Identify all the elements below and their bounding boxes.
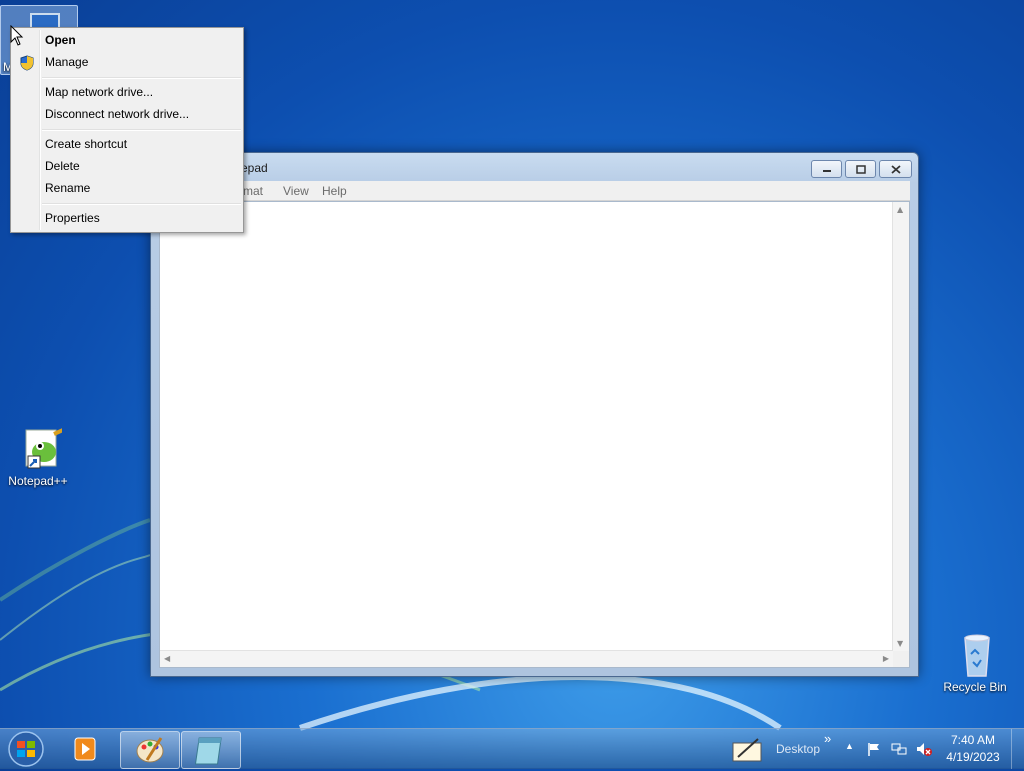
context-menu: Open Manage Map network drive... Disconn… [10,27,244,233]
menu-item-manage[interactable]: Manage [13,51,241,73]
scroll-right-icon[interactable]: ▶ [883,654,889,663]
notepad-plus-plus-icon [14,424,73,472]
toolbar-chevron-icon[interactable]: » [824,731,831,746]
close-icon [890,164,901,174]
notepad-window[interactable]: otepad rmat View Help ▲ ▼ ◀ ▶ [150,152,919,677]
desktop-toolbar-icon [732,738,762,762]
menu-separator [42,77,241,79]
menu-item-rename[interactable]: Rename [13,177,241,199]
menu-separator [42,129,241,131]
menu-item-properties[interactable]: Properties [13,207,241,229]
taskbar-media-player[interactable] [62,731,108,767]
action-center-flag-icon[interactable] [866,741,882,757]
desktop-icon-label: Recycle Bin [943,680,1007,694]
vertical-scrollbar[interactable]: ▲ ▼ [892,202,909,651]
show-desktop-button[interactable] [1011,729,1024,769]
menu-help[interactable]: Help [322,184,347,198]
menu-item-label: Manage [45,55,89,69]
menu-separator [42,203,241,205]
desktop-icon-notepad-plus-plus[interactable]: Notepad++ [2,424,74,488]
clock[interactable]: 7:40 AM 4/19/2023 [940,733,1006,764]
desktop-toolbar[interactable]: Desktop » [730,731,831,765]
clock-time: 7:40 AM [950,733,996,747]
menu-item-open[interactable]: Open [13,29,241,51]
paint-icon [136,737,164,763]
mouse-cursor-icon [10,25,24,46]
clock-date: 4/19/2023 [946,750,1000,764]
menu-item-map-network-drive[interactable]: Map network drive... [13,81,241,103]
resize-grip-icon[interactable] [893,651,909,667]
notepad-icon [194,737,222,765]
menu-item-delete[interactable]: Delete [13,155,241,177]
taskbar-paint[interactable] [120,731,180,769]
desktop-icon-label: Notepad++ [8,474,68,488]
menu-item-create-shortcut[interactable]: Create shortcut [13,133,241,155]
restore-button[interactable] [845,160,876,178]
minimize-button[interactable] [811,160,842,178]
start-button[interactable] [4,730,52,768]
recycle-bin-icon [951,630,999,678]
menu-view[interactable]: View [283,184,309,198]
scroll-down-icon[interactable]: ▼ [897,639,903,648]
menu-item-disconnect-network-drive[interactable]: Disconnect network drive... [13,103,241,125]
close-button[interactable] [879,160,912,178]
uac-shield-icon [20,55,34,71]
window-controls [811,160,912,178]
taskbar-notepad[interactable] [181,731,241,769]
horizontal-scrollbar[interactable]: ◀ ▶ [160,650,893,667]
network-icon[interactable] [891,741,907,757]
show-hidden-icons-icon[interactable]: ▲ [845,741,854,751]
menu-bar: rmat View Help [159,181,910,201]
desktop-icon-recycle-bin[interactable]: Recycle Bin [939,630,1011,694]
windows-orb-icon [8,731,44,767]
taskbar: Desktop » ▲ 7:40 AM 4/19/2023 [0,728,1024,769]
text-edit-area[interactable]: ▲ ▼ ◀ ▶ [159,201,910,668]
scroll-left-icon[interactable]: ◀ [164,654,170,663]
media-player-icon [74,737,96,761]
restore-icon [855,164,866,174]
minimize-icon [822,170,831,172]
desktop-toolbar-label: Desktop [776,742,821,756]
scroll-up-icon[interactable]: ▲ [897,205,903,214]
volume-muted-icon[interactable] [915,741,933,757]
